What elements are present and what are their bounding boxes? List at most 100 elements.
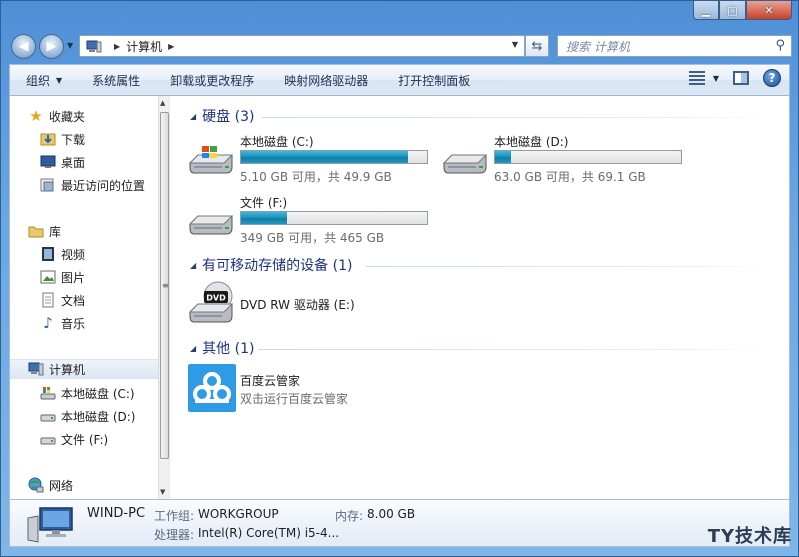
search-icon[interactable]: ⚲	[775, 38, 785, 53]
scrollbar-thumb[interactable]: ≡	[160, 112, 169, 459]
document-icon	[40, 292, 56, 308]
drive-icon	[40, 408, 56, 424]
sidebar-item-music[interactable]: ♪ 音乐	[40, 313, 158, 333]
grip-icon: ≡	[162, 281, 169, 290]
navigation-row: ◀ ▶ ▼ ▶ 计算机 ▶ ▼ ⇆ 搜索 计算机 ⚲	[9, 32, 792, 60]
scroll-up-icon[interactable]: ▲	[160, 99, 165, 107]
computer-icon	[86, 40, 102, 52]
breadcrumb-arrow-icon[interactable]: ▶	[168, 42, 174, 51]
download-folder-icon	[40, 131, 56, 147]
library-folder-icon	[28, 223, 44, 239]
group-header-hdd[interactable]: ◢ 硬盘 (3)	[190, 106, 254, 126]
address-dropdown-icon[interactable]: ▼	[512, 40, 518, 49]
collapse-triangle-icon[interactable]: ◢	[190, 112, 196, 121]
search-input[interactable]: 搜索 计算机 ⚲	[557, 35, 792, 57]
drive-d[interactable]: 本地磁盘 (D:) 63.0 GB 可用，共 69.1 GB	[442, 133, 692, 189]
system-properties-button[interactable]: 系统属性	[76, 65, 154, 95]
back-button[interactable]: ◀	[11, 34, 36, 59]
forward-button[interactable]: ▶	[39, 34, 64, 59]
address-bar[interactable]: ▶ 计算机 ▶ ▼	[79, 35, 525, 57]
group-header-other[interactable]: ◢ 其他 (1)	[190, 338, 254, 358]
back-arrow-icon: ◀	[18, 39, 29, 54]
main-pane: ◢ 硬盘 (3) 本地磁盘 (C:) 5.10 GB 可用，共 49.9 GB	[170, 96, 790, 499]
refresh-button[interactable]: ⇆	[525, 35, 549, 57]
group-divider	[258, 349, 772, 350]
drive-icon	[442, 154, 488, 174]
breadcrumb-computer[interactable]: 计算机	[126, 38, 162, 55]
music-note-icon: ♪	[43, 314, 53, 332]
chevron-down-icon: ▼	[712, 73, 719, 83]
collapse-triangle-icon[interactable]: ◢	[190, 261, 196, 270]
open-control-panel-button[interactable]: 打开控制面板	[382, 65, 484, 95]
sidebar-item-drive-c[interactable]: 本地磁盘 (C:)	[40, 383, 158, 403]
computer-icon	[28, 361, 44, 377]
sidebar-item-pictures[interactable]: 图片	[40, 267, 158, 287]
collapse-triangle-icon[interactable]: ◢	[190, 344, 196, 353]
drive-usage-fill	[495, 151, 512, 163]
recent-pages-dropdown-icon[interactable]: ▼	[67, 41, 73, 50]
star-icon: ★	[29, 107, 43, 125]
cpu-label: 处理器:	[154, 528, 195, 542]
sidebar-item-drive-d[interactable]: 本地磁盘 (D:)	[40, 406, 158, 426]
drive-usage-fill	[241, 151, 409, 163]
explorer-window: ▁ □ ✕ ◀ ▶ ▼ ▶ 计算机 ▶ ▼ ⇆ 搜索 计算机 ⚲ 组织 ▼ 系统属…	[0, 0, 799, 557]
video-icon	[40, 246, 56, 262]
minimize-button[interactable]: ▁	[693, 1, 719, 20]
navigation-pane: ★ 收藏夹 下载 桌面 最近访问的位置 库 视频 图片 文档 ♪ 音乐 计算机 …	[10, 96, 158, 499]
change-view-button[interactable]: ▼	[688, 71, 719, 85]
workgroup-value: WORKGROUP	[198, 507, 279, 521]
drive-c[interactable]: 本地磁盘 (C:) 5.10 GB 可用，共 49.9 GB	[188, 133, 438, 189]
sidebar-item-recent-places[interactable]: 最近访问的位置	[40, 175, 158, 195]
sidebar-item-drive-f[interactable]: 文件 (F:)	[40, 429, 158, 449]
maximize-button[interactable]: □	[719, 1, 746, 20]
memory-label: 内存:	[335, 509, 364, 523]
network-globe-icon	[28, 477, 44, 493]
picture-icon	[40, 269, 56, 285]
recent-places-icon	[40, 177, 56, 193]
drive-icon	[188, 215, 234, 235]
forward-arrow-icon: ▶	[46, 39, 57, 54]
command-toolbar: 组织 ▼ 系统属性 卸载或更改程序 映射网络驱动器 打开控制面板 ▼ ?	[9, 64, 790, 96]
drive-f[interactable]: 文件 (F:) 349 GB 可用，共 465 GB	[188, 194, 438, 250]
drive-usage-bar	[494, 150, 682, 164]
drive-usage-bar	[240, 211, 428, 225]
sidebar-item-downloads[interactable]: 下载	[40, 129, 158, 149]
dvd-drive-icon: DVD	[188, 281, 234, 323]
organize-button[interactable]: 组织 ▼	[10, 65, 76, 95]
uninstall-program-button[interactable]: 卸载或更改程序	[154, 65, 268, 95]
scroll-down-icon[interactable]: ▼	[160, 488, 165, 496]
drive-usage-bar	[240, 150, 428, 164]
group-header-removable[interactable]: ◢ 有可移动存储的设备 (1)	[190, 255, 352, 275]
drive-icon	[40, 431, 56, 447]
dvd-label-text: DVD	[206, 294, 226, 303]
details-pane: WIND-PC 工作组: WORKGROUP 内存: 8.00 GB 处理器: …	[9, 499, 790, 547]
sidebar-item-computer[interactable]: 计算机	[10, 359, 158, 379]
sidebar-item-network[interactable]: 网络	[28, 475, 158, 495]
help-icon[interactable]: ?	[763, 69, 781, 87]
preview-pane-icon[interactable]	[733, 71, 749, 85]
baidu-cloud-icon	[188, 364, 236, 412]
sidebar-item-documents[interactable]: 文档	[40, 290, 158, 310]
system-drive-icon	[188, 146, 234, 174]
memory-value: 8.00 GB	[367, 507, 416, 521]
sidebar-item-favorites[interactable]: ★ 收藏夹	[28, 106, 158, 126]
chevron-down-icon: ▼	[56, 75, 63, 85]
dvd-drive-e[interactable]: DVD DVD RW 驱动器 (E:)	[188, 280, 508, 332]
desktop-icon	[40, 154, 56, 170]
search-placeholder: 搜索 计算机	[566, 39, 630, 54]
content-area: ★ 收藏夹 下载 桌面 最近访问的位置 库 视频 图片 文档 ♪ 音乐 计算机 …	[9, 96, 790, 499]
computer-icon	[27, 507, 73, 543]
sidebar-item-desktop[interactable]: 桌面	[40, 152, 158, 172]
breadcrumb-arrow-icon[interactable]: ▶	[114, 42, 120, 51]
caption-buttons: ▁ □ ✕	[693, 1, 792, 21]
map-network-drive-button[interactable]: 映射网络驱动器	[268, 65, 382, 95]
drive-usage-fill	[241, 212, 288, 224]
navigation-pane-scrollbar[interactable]: ▲ ≡ ▼	[158, 96, 169, 499]
close-button[interactable]: ✕	[746, 1, 792, 20]
watermark-text: TY技术库	[707, 526, 792, 547]
sidebar-item-libraries[interactable]: 库	[28, 221, 158, 241]
cpu-value: Intel(R) Core(TM) i5-4...	[198, 526, 340, 540]
sidebar-item-videos[interactable]: 视频	[40, 244, 158, 264]
system-drive-icon	[40, 385, 56, 401]
baidu-cloud-item[interactable]: 百度云管家 双击运行百度云管家	[188, 364, 508, 416]
